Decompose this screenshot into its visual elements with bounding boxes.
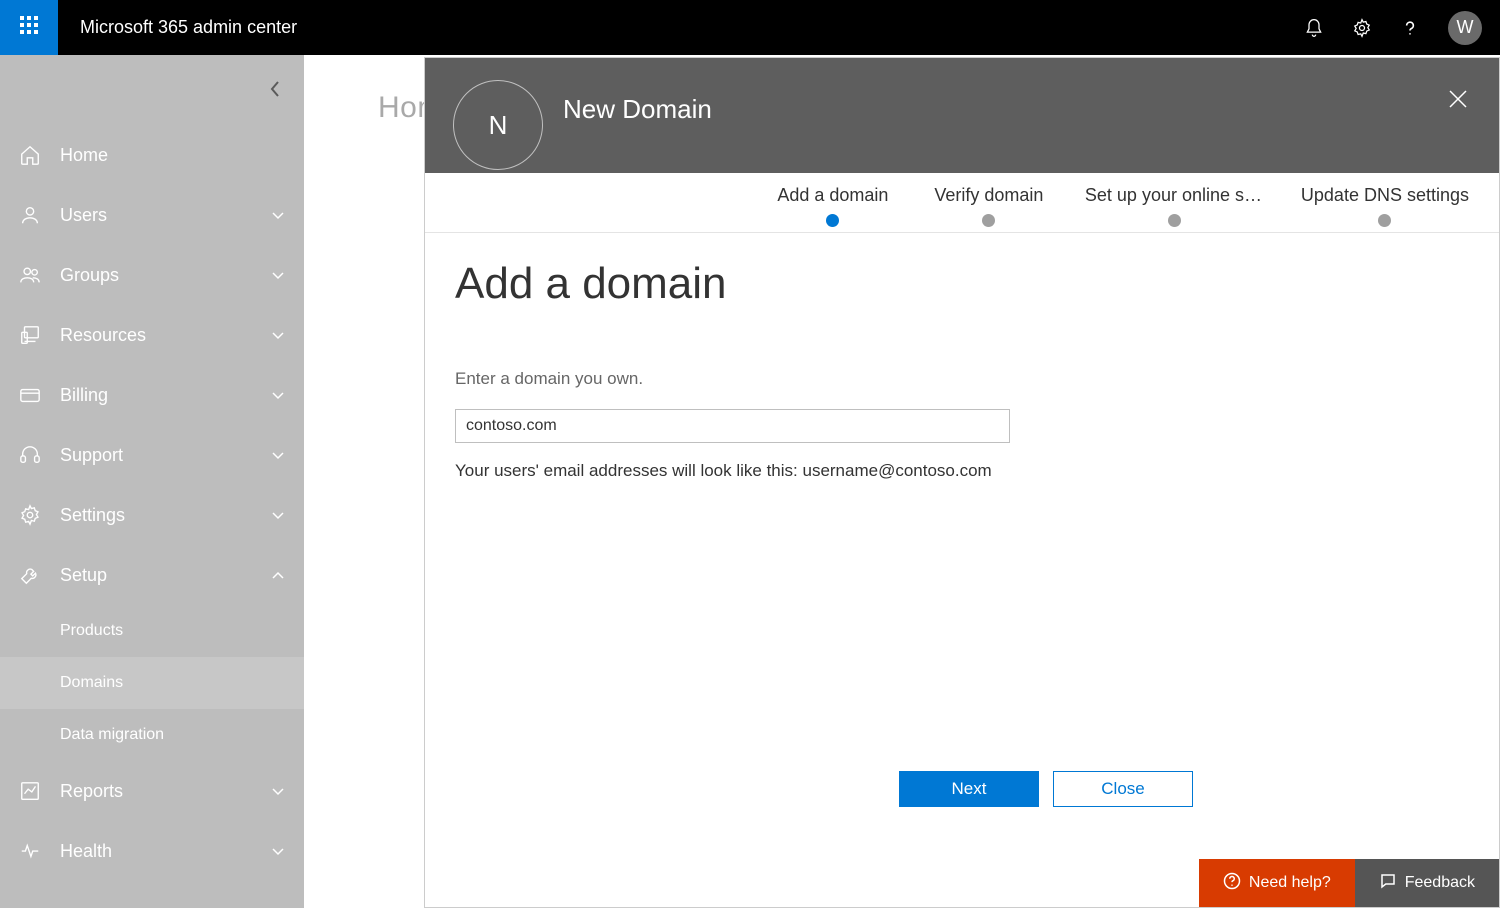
collapse-sidebar[interactable]	[268, 79, 282, 104]
sidebar-item-resources[interactable]: Resources	[0, 305, 304, 365]
resources-icon	[18, 323, 42, 347]
app-launcher[interactable]	[0, 0, 58, 55]
sidebar-item-label: Setup	[60, 565, 270, 586]
chevron-down-icon	[270, 207, 286, 223]
wrench-icon	[18, 563, 42, 587]
chevron-down-icon	[270, 507, 286, 523]
step-label: Add a domain	[777, 185, 888, 206]
top-bar: Microsoft 365 admin center W	[0, 0, 1500, 55]
sidebar-sub-products[interactable]: Products	[0, 605, 304, 657]
step-update-dns[interactable]: Update DNS settings	[1301, 185, 1469, 227]
user-avatar[interactable]: W	[1448, 11, 1482, 45]
chevron-down-icon	[270, 267, 286, 283]
reports-icon	[18, 779, 42, 803]
chevron-down-icon	[270, 327, 286, 343]
wizard-steps: Add a domain Verify domain Set up your o…	[425, 173, 1499, 233]
sidebar-item-label: Health	[60, 841, 270, 862]
sidebar-item-label: Users	[60, 205, 270, 226]
app-title: Microsoft 365 admin center	[58, 17, 297, 38]
close-icon	[1447, 97, 1469, 114]
health-icon	[18, 839, 42, 863]
step-label: Set up your online ser…	[1085, 185, 1265, 206]
sidebar-item-health[interactable]: Health	[0, 821, 304, 881]
domain-hint: Your users' email addresses will look li…	[455, 461, 1469, 481]
step-dot-icon	[1378, 214, 1391, 227]
close-panel-button[interactable]	[1447, 88, 1469, 115]
page-heading: Add a domain	[455, 259, 1469, 309]
panel-header: N New Domain	[425, 58, 1499, 173]
help-circle-icon	[1223, 872, 1241, 895]
need-help-label: Need help?	[1249, 874, 1331, 892]
domain-field-label: Enter a domain you own.	[455, 369, 1469, 389]
sidebar-item-label: Groups	[60, 265, 270, 286]
sidebar-item-label: Home	[60, 145, 286, 166]
support-icon	[18, 443, 42, 467]
domain-input[interactable]	[455, 409, 1010, 443]
step-dot-icon	[982, 214, 995, 227]
step-setup-services[interactable]: Set up your online ser…	[1085, 185, 1265, 227]
chevron-down-icon	[270, 783, 286, 799]
step-add-domain[interactable]: Add a domain	[773, 185, 893, 227]
close-button[interactable]: Close	[1053, 771, 1193, 807]
panel-avatar: N	[453, 80, 543, 170]
step-label: Verify domain	[934, 185, 1043, 206]
sidebar-item-label: Billing	[60, 385, 270, 406]
sidebar-item-users[interactable]: Users	[0, 185, 304, 245]
feedback-label: Feedback	[1405, 874, 1475, 892]
chat-icon	[1379, 872, 1397, 895]
sidebar-item-label: Support	[60, 445, 270, 466]
sidebar-item-billing[interactable]: Billing	[0, 365, 304, 425]
sidebar-item-label: Resources	[60, 325, 270, 346]
sidebar-item-setup[interactable]: Setup	[0, 545, 304, 605]
gear-icon	[18, 503, 42, 527]
next-button[interactable]: Next	[899, 771, 1039, 807]
billing-icon	[18, 383, 42, 407]
sidebar-item-home[interactable]: Home	[0, 125, 304, 185]
help-icon[interactable]	[1400, 18, 1420, 38]
step-dot-icon	[1168, 214, 1181, 227]
feedback-button[interactable]: Feedback	[1355, 859, 1499, 907]
sidebar-item-reports[interactable]: Reports	[0, 761, 304, 821]
chevron-down-icon	[270, 447, 286, 463]
chevron-down-icon	[270, 843, 286, 859]
chevron-up-icon	[270, 567, 286, 583]
waffle-icon	[20, 16, 38, 39]
settings-gear-icon[interactable]	[1352, 18, 1372, 38]
sidebar-sub-domains[interactable]: Domains	[0, 657, 304, 709]
step-verify-domain[interactable]: Verify domain	[929, 185, 1049, 227]
chevron-down-icon	[270, 387, 286, 403]
modal-panel: N New Domain Add a domain Verify domain …	[424, 57, 1500, 908]
sidebar-item-support[interactable]: Support	[0, 425, 304, 485]
sidebar: Home Users Groups Resources Billing	[0, 55, 304, 908]
groups-icon	[18, 263, 42, 287]
step-label: Update DNS settings	[1301, 185, 1469, 206]
step-dot-icon	[826, 214, 839, 227]
panel-title: New Domain	[563, 80, 712, 125]
user-icon	[18, 203, 42, 227]
sidebar-item-settings[interactable]: Settings	[0, 485, 304, 545]
notifications-icon[interactable]	[1304, 18, 1324, 38]
sidebar-item-label: Reports	[60, 781, 270, 802]
home-icon	[18, 143, 42, 167]
sidebar-item-groups[interactable]: Groups	[0, 245, 304, 305]
need-help-button[interactable]: Need help?	[1199, 859, 1355, 907]
sidebar-sub-data-migration[interactable]: Data migration	[0, 709, 304, 761]
sidebar-item-label: Settings	[60, 505, 270, 526]
